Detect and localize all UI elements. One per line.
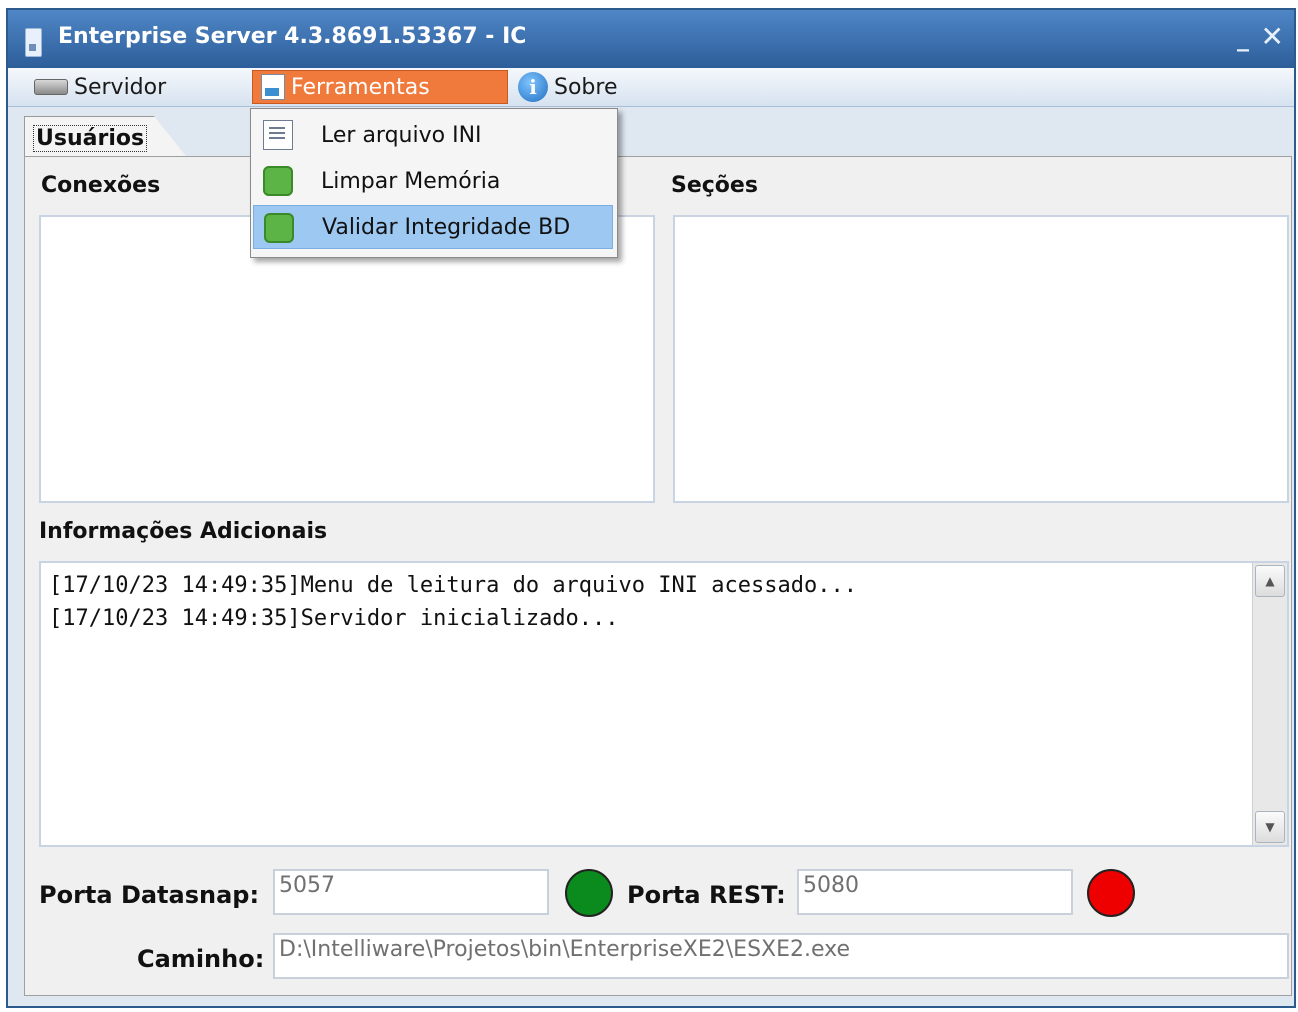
menu-servidor-label: Servidor bbox=[74, 74, 167, 100]
path-field[interactable]: D:\Intelliware\Projetos\bin\EnterpriseXE… bbox=[273, 933, 1289, 979]
rest-port-field[interactable]: 5080 bbox=[797, 869, 1073, 915]
close-button[interactable]: ✕ bbox=[1261, 20, 1284, 53]
main-window: Enterprise Server 4.3.8691.53367 - IC _ … bbox=[6, 8, 1296, 1008]
title-bar[interactable]: Enterprise Server 4.3.8691.53367 - IC _ … bbox=[8, 10, 1294, 68]
scroll-up-button[interactable]: ▲ bbox=[1255, 565, 1285, 597]
menu-item-ler-arquivo-ini[interactable]: Ler arquivo INI bbox=[253, 113, 613, 157]
log-scrollbar[interactable]: ▲ ▼ bbox=[1252, 563, 1287, 845]
puzzle-icon bbox=[263, 166, 293, 196]
menu-sobre[interactable]: i Sobre bbox=[510, 70, 626, 104]
menu-bar: Servidor Ferramentas i Sobre bbox=[8, 68, 1294, 107]
menu-item-label: Limpar Memória bbox=[321, 168, 501, 194]
menu-item-label: Ler arquivo INI bbox=[321, 122, 482, 148]
connections-list[interactable] bbox=[39, 215, 655, 503]
minimize-button[interactable]: _ bbox=[1237, 24, 1249, 52]
tab-strip: Usuários bbox=[8, 106, 1294, 166]
server-app-icon bbox=[25, 28, 42, 57]
ferramentas-dropdown-menu: Ler arquivo INI Limpar Memória Validar I… bbox=[250, 108, 618, 258]
menu-ferramentas[interactable]: Ferramentas bbox=[252, 70, 508, 104]
datasnap-status-indicator bbox=[565, 869, 613, 917]
rest-port-label: Porta REST: bbox=[627, 881, 786, 909]
document-icon bbox=[263, 120, 293, 150]
log-memo[interactable]: [17/10/23 14:49:35]Menu de leitura do ar… bbox=[39, 561, 1289, 847]
users-tab-panel: Conexões Seções Informações Adicionais [… bbox=[24, 156, 1292, 996]
puzzle-icon bbox=[264, 213, 294, 243]
hdd-icon bbox=[34, 79, 68, 95]
connections-label: Conexões bbox=[41, 173, 161, 198]
menu-item-validar-integridade-bd[interactable]: Validar Integridade BD bbox=[253, 205, 613, 249]
tools-icon bbox=[261, 74, 285, 100]
datasnap-port-field[interactable]: 5057 bbox=[273, 869, 549, 915]
sessions-list[interactable] bbox=[673, 215, 1289, 503]
info-label: Informações Adicionais bbox=[39, 519, 328, 544]
sessions-label: Seções bbox=[671, 173, 758, 198]
log-line: [17/10/23 14:49:35]Servidor inicializado… bbox=[49, 606, 619, 631]
menu-item-limpar-memoria[interactable]: Limpar Memória bbox=[253, 159, 613, 203]
menu-sobre-label: Sobre bbox=[554, 74, 618, 100]
scroll-down-button[interactable]: ▼ bbox=[1255, 811, 1285, 843]
datasnap-port-label: Porta Datasnap: bbox=[39, 881, 260, 909]
menu-item-label: Validar Integridade BD bbox=[322, 214, 571, 240]
window-title: Enterprise Server 4.3.8691.53367 - IC bbox=[58, 24, 527, 49]
tab-usuarios-label: Usuários bbox=[33, 125, 148, 152]
menu-servidor[interactable]: Servidor bbox=[26, 70, 174, 104]
log-line: [17/10/23 14:49:35]Menu de leitura do ar… bbox=[49, 573, 857, 598]
path-label: Caminho: bbox=[137, 945, 265, 973]
menu-ferramentas-label: Ferramentas bbox=[291, 74, 430, 100]
info-icon: i bbox=[518, 72, 548, 102]
rest-status-indicator bbox=[1087, 869, 1135, 917]
log-lines: [17/10/23 14:49:35]Menu de leitura do ar… bbox=[49, 569, 857, 635]
